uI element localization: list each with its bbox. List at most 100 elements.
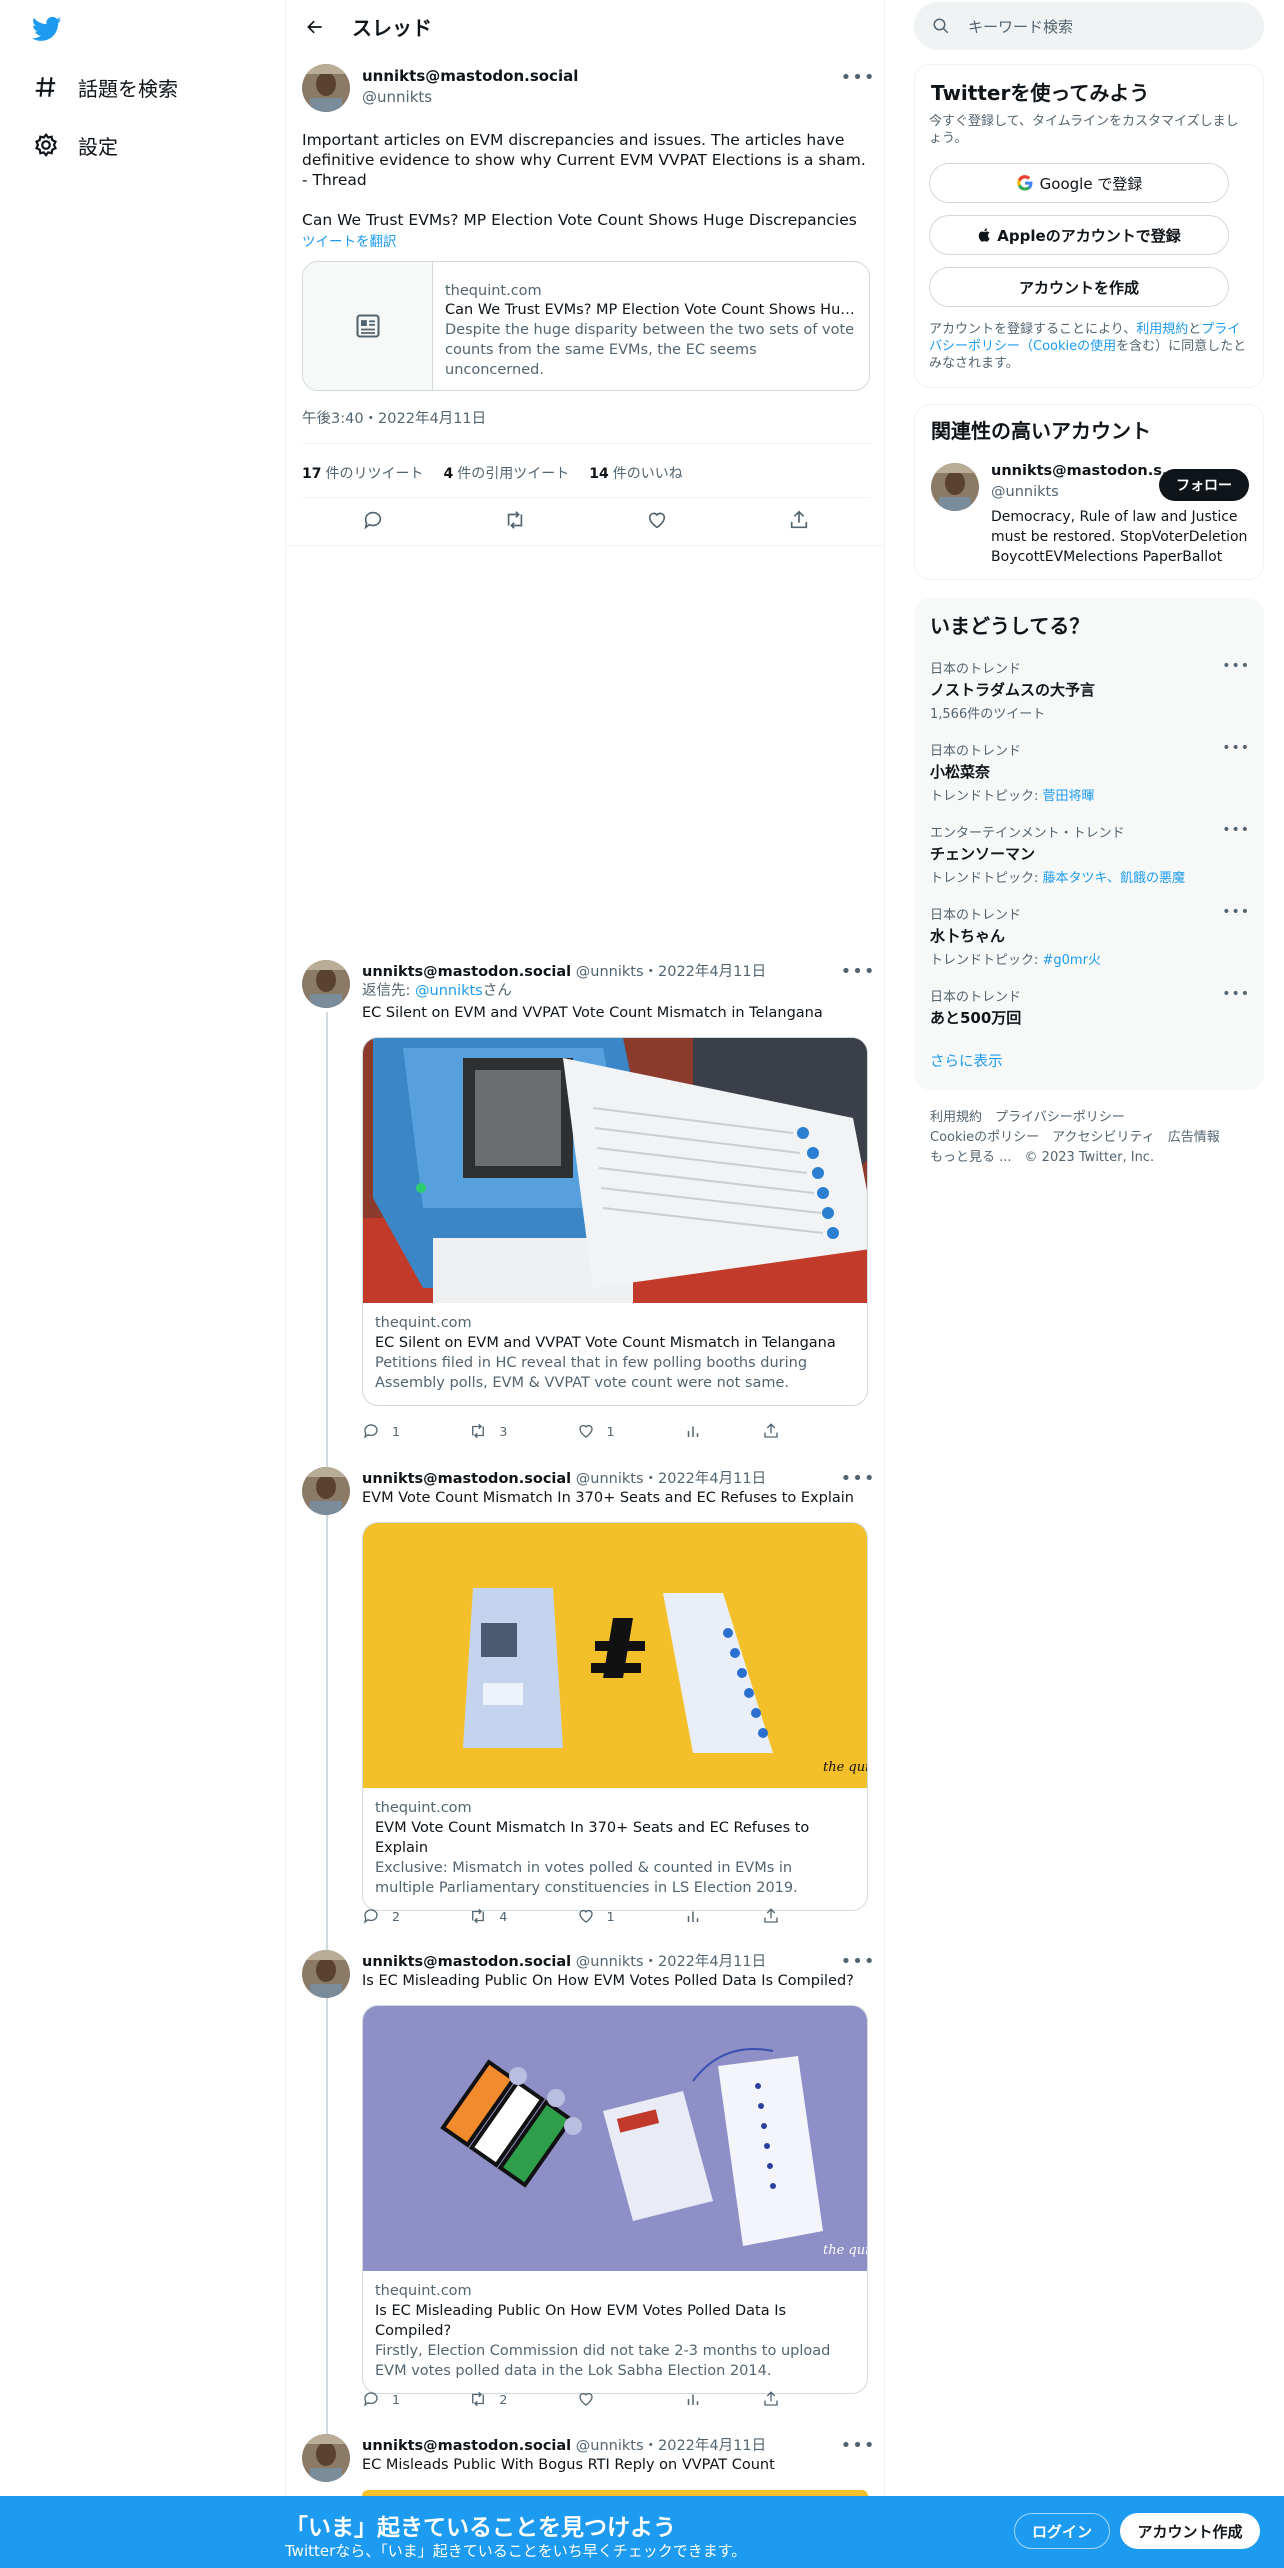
reply-button[interactable]: 2 [362,1907,469,1925]
terms-link[interactable]: 利用規約 [1136,322,1188,337]
like-button[interactable] [577,2390,684,2408]
trend-item[interactable]: 日本のトレンド 水卜ちゃん トレンドトピック: #g0mr火 ••• [930,904,1250,968]
footer-privacy-link[interactable]: プライバシーポリシー [995,1110,1125,1125]
avatar[interactable] [302,960,350,1008]
share-icon[interactable] [762,2390,792,2408]
more-icon[interactable]: ••• [1222,986,1250,1002]
retweet-button[interactable]: 2 [469,2390,576,2408]
reply-to: 返信先: @unniktsさん [362,981,512,1001]
signup-button[interactable]: アカウント作成 [1120,2513,1260,2549]
login-button[interactable]: ログイン [1014,2513,1110,2549]
reply-tweet[interactable]: unnikts@mastodon.social @unnikts・2022年4月… [302,1950,875,2420]
link-card[interactable]: the quint thequint.com Is EC Misleading … [362,2005,868,2394]
share-icon[interactable] [788,509,810,535]
tweet-timestamp[interactable]: 午後3:40・2022年4月11日 [302,407,486,428]
more-icon[interactable]: ••• [841,66,875,88]
avatar[interactable] [302,2434,350,2482]
trend-item[interactable]: 日本のトレンド あと500万回 ••• [930,986,1250,1028]
trend-item[interactable]: 日本のトレンド 小松菜奈 トレンドトピック: 菅田将暉 ••• [930,740,1250,804]
trend-topic-link[interactable]: #g0mr火 [1043,953,1101,968]
retweets-count: 17 [302,466,322,482]
share-icon[interactable] [762,1907,792,1925]
reply-count: 1 [392,2391,400,2407]
election-commission-image: the quint [363,2006,867,2271]
reply-button[interactable]: 1 [362,1422,469,1440]
footer-cookie-link[interactable]: Cookieのポリシー [930,1130,1039,1145]
retweet-button[interactable]: 4 [469,1907,576,1925]
like-button[interactable]: 1 [577,1422,684,1440]
trend-topic-link[interactable]: 藤本タツキ、飢餓の悪魔 [1043,871,1185,886]
trend-category: 日本のトレンド [930,662,1022,677]
back-arrow-icon[interactable] [300,12,330,42]
author-handle[interactable]: @unnikts [362,88,432,106]
reply-icon[interactable] [362,509,384,535]
related-name[interactable]: unnikts@mastodon.s... [991,463,1178,479]
reply-meta[interactable]: @unnikts・2022年4月11日 [576,1954,766,1970]
trend-item[interactable]: 日本のトレンド ノストラダムスの大予言 1,566件のツイート ••• [930,658,1250,722]
footer-accessibility-link[interactable]: アクセシビリティ [1052,1130,1155,1145]
retweet-button[interactable]: 3 [469,1422,576,1440]
banner-subtitle: Twitterなら、「いま」起きていることをいち早くチェックできます。 [285,2542,747,2560]
reply-meta[interactable]: @unnikts・2022年4月11日 [576,964,766,980]
analytics-icon[interactable] [684,1422,762,1440]
reply-button[interactable]: 1 [362,2390,469,2408]
avatar[interactable] [931,463,979,511]
analytics-icon[interactable] [684,1907,762,1925]
reply-meta[interactable]: @unnikts・2022年4月11日 [576,2438,766,2454]
banner-title: 「いま」起きていることを見つけよう [285,2515,676,2541]
reply-tweet[interactable]: unnikts@mastodon.social @unnikts・2022年4月… [302,960,875,1450]
author-name[interactable]: unnikts@mastodon.social [362,964,571,980]
more-icon[interactable]: ••• [841,1950,875,1972]
share-icon[interactable] [762,1422,792,1440]
retweet-icon[interactable] [504,509,526,535]
link-card[interactable]: thequint.com Can We Trust EVMs? MP Elect… [302,261,870,391]
like-button[interactable]: 1 [577,1907,684,1925]
trend-item[interactable]: エンターテインメント・トレンド チェンソーマン トレンドトピック: 藤本タツキ、… [930,822,1250,886]
avatar[interactable] [302,64,350,112]
more-icon[interactable]: ••• [1222,740,1250,756]
retweets-stat[interactable]: 17 件のリツイート [302,463,423,483]
avatar[interactable] [302,1467,350,1515]
reply-to-handle[interactable]: @unnikts [415,983,483,999]
footer-ads-link[interactable]: 広告情報 [1168,1130,1220,1145]
trend-topic-link[interactable]: 菅田将暉 [1043,789,1095,804]
related-bio: Democracy, Rule of law and Justice must … [991,509,1248,565]
author-name[interactable]: unnikts@mastodon.social [362,67,578,85]
search-icon [933,18,949,34]
footer-terms-link[interactable]: 利用規約 [930,1110,982,1125]
related-handle[interactable]: @unnikts [991,484,1059,500]
trends-box: いまどうしてる？ 日本のトレンド ノストラダムスの大予言 1,566件のツイート… [914,598,1264,1090]
follow-button[interactable]: フォロー [1159,469,1249,501]
author-name[interactable]: unnikts@mastodon.social [362,1954,571,1970]
reply-tweet[interactable]: unnikts@mastodon.social @unnikts・2022年4月… [302,1467,875,1937]
likes-stat[interactable]: 14 件のいいね [589,463,682,483]
reply-meta[interactable]: @unnikts・2022年4月11日 [576,1471,766,1487]
trend-name: チェンソーマン [930,845,1036,863]
search-input[interactable]: キーワード検索 [914,2,1264,50]
analytics-icon[interactable] [684,2390,762,2408]
apple-signup-button[interactable]: Appleのアカウントで登録 [929,215,1229,255]
twitter-logo-icon[interactable] [30,14,64,44]
show-more-link[interactable]: さらに表示 [930,1050,1003,1071]
more-icon[interactable]: ••• [1222,658,1250,674]
create-account-button[interactable]: アカウントを作成 [929,267,1229,307]
author-name[interactable]: unnikts@mastodon.social [362,2438,571,2454]
like-icon[interactable] [646,509,668,535]
more-icon[interactable]: ••• [841,960,875,982]
translate-link[interactable]: ツイートを翻訳 [302,230,397,250]
more-icon[interactable]: ••• [841,1467,875,1489]
link-card[interactable]: thequint.com EC Silent on EVM and VVPAT … [362,1037,868,1406]
more-icon[interactable]: ••• [841,2434,875,2456]
reply-tweet[interactable]: unnikts@mastodon.social @unnikts・2022年4月… [302,2434,875,2496]
more-icon[interactable]: ••• [1222,822,1250,838]
google-signup-button[interactable]: Google で登録 [929,163,1229,203]
footer-more-link[interactable]: もっと見る ... [930,1150,1012,1165]
avatar[interactable] [302,1950,350,1998]
nav-settings[interactable]: 設定 [32,125,118,165]
more-icon[interactable]: ••• [1222,904,1250,920]
link-card[interactable]: the quint thequint.com EVM Vote Count Mi… [362,1522,868,1911]
quotes-stat[interactable]: 4 件の引用ツイート [443,463,569,483]
nav-explore[interactable]: 話題を検索 [32,67,178,107]
tweet-stats: 17 件のリツイート 4 件の引用ツイート 14 件のいいね [302,448,683,498]
author-name[interactable]: unnikts@mastodon.social [362,1471,571,1487]
